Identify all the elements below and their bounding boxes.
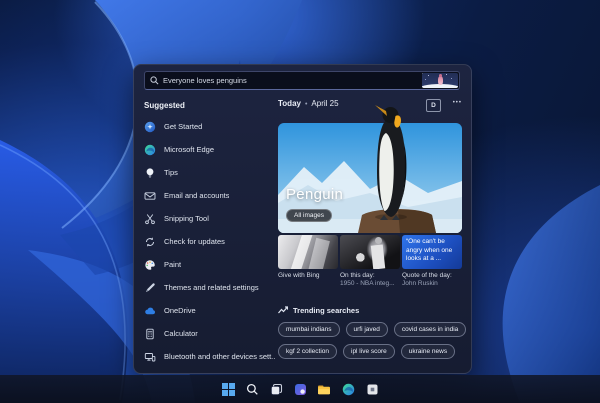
penguin-night-illustration: [422, 73, 458, 88]
taskbar: [0, 375, 600, 403]
card-caption: Give with Bing: [278, 272, 320, 279]
suggested-item-email-accounts[interactable]: Email and accounts: [144, 184, 276, 207]
give-with-bing-image: [278, 235, 338, 269]
windows-logo-icon: [221, 382, 235, 396]
suggested-item-bluetooth-devices[interactable]: Bluetooth and other devices sett...: [144, 345, 276, 368]
search-icon: [150, 76, 159, 85]
suggested-item-calculator[interactable]: Calculator: [144, 322, 276, 345]
search-input[interactable]: [159, 76, 422, 85]
date-label: April 25: [311, 99, 339, 108]
card-subcaption: John Ruskin: [402, 280, 438, 287]
more-options-button[interactable]: •••: [453, 100, 462, 106]
edge-icon: [144, 144, 156, 155]
daily-cards-row: Give with Bing On this day: 1950 - NBA i…: [278, 235, 462, 288]
daily-content-section: Today • April 25 D ••• Penguin All image…: [278, 99, 467, 367]
suggested-section: Suggested Get Started Microsoft Edge Tip…: [144, 101, 276, 368]
profile-button[interactable]: D: [426, 99, 441, 112]
on-this-day-image: [340, 235, 400, 269]
trending-section: Trending searches mumbai indians urfi ja…: [278, 305, 468, 359]
today-label: Today: [278, 99, 301, 108]
trending-chip[interactable]: mumbai indians: [278, 322, 340, 337]
card-give-with-bing[interactable]: Give with Bing: [278, 235, 338, 288]
suggested-item-snipping-tool[interactable]: Snipping Tool: [144, 207, 276, 230]
quote-text: “One can't be angry when one looks at a …: [406, 238, 453, 262]
card-caption: Quote of the day:: [402, 272, 452, 279]
suggested-item-label: Paint: [164, 260, 182, 269]
trending-chip[interactable]: ipl live score: [343, 344, 395, 359]
suggested-item-themes[interactable]: Themes and related settings: [144, 276, 276, 299]
penguin-image: [375, 105, 407, 220]
quote-card: “One can't be angry when one looks at a …: [402, 235, 462, 269]
app-icon: [367, 384, 377, 394]
start-button[interactable]: [219, 380, 237, 398]
trending-chip[interactable]: kgf 2 collection: [278, 344, 337, 359]
suggested-item-label: Themes and related settings: [164, 283, 259, 292]
calculator-icon: [146, 328, 154, 339]
suggested-item-label: Check for updates: [164, 237, 225, 246]
widgets-button[interactable]: [291, 380, 309, 398]
card-subcaption: 1950 - NBA integ...: [340, 280, 395, 287]
stars: [422, 73, 423, 74]
suggested-item-get-started[interactable]: Get Started: [144, 115, 276, 138]
hero-card-penguin[interactable]: Penguin All images: [278, 105, 462, 233]
folder-icon: [318, 385, 330, 394]
trending-chip[interactable]: urfi javed: [345, 322, 388, 337]
edge-icon: [342, 383, 354, 395]
lightbulb-icon: [146, 167, 154, 178]
file-explorer-button[interactable]: [315, 380, 333, 398]
mini-penguin: [438, 74, 443, 85]
envelope-icon: [144, 191, 156, 200]
suggested-item-label: Snipping Tool: [164, 214, 209, 223]
all-images-button[interactable]: All images: [286, 209, 332, 222]
trending-up-icon: [278, 306, 288, 314]
trending-chip[interactable]: ukraine news: [400, 344, 456, 359]
card-on-this-day[interactable]: On this day: 1950 - NBA integ...: [340, 235, 400, 288]
suggested-item-label: Calculator: [164, 329, 198, 338]
suggested-item-label: Bluetooth and other devices sett...: [164, 352, 276, 361]
hero-title: Penguin: [286, 186, 344, 203]
card-caption: On this day:: [340, 272, 375, 279]
suggested-item-check-updates[interactable]: Check for updates: [144, 230, 276, 253]
task-view-icon: [270, 383, 282, 395]
sync-arrows-icon: [146, 236, 154, 247]
suggested-item-label: Get Started: [164, 122, 203, 131]
suggested-item-label: Tips: [164, 168, 178, 177]
edge-button[interactable]: [339, 380, 357, 398]
suggested-item-paint[interactable]: Paint: [144, 253, 276, 276]
scissors-icon: [145, 213, 155, 224]
search-box[interactable]: [144, 71, 460, 90]
trending-header: Trending searches: [293, 305, 360, 315]
date-separator: •: [304, 101, 308, 108]
cloud-icon: [145, 307, 156, 314]
taskbar-search-button[interactable]: [243, 380, 261, 398]
card-quote-of-day[interactable]: “One can't be angry when one looks at a …: [402, 235, 462, 288]
suggested-header: Suggested: [144, 101, 185, 110]
suggested-item-onedrive[interactable]: OneDrive: [144, 299, 276, 322]
suggested-item-label: Microsoft Edge: [164, 145, 215, 154]
trending-chip[interactable]: covid cases in india: [393, 322, 467, 337]
search-icon: [246, 383, 258, 395]
suggested-item-microsoft-edge[interactable]: Microsoft Edge: [144, 138, 276, 161]
pen-icon: [146, 282, 155, 292]
palette-icon: [145, 259, 155, 270]
task-view-button[interactable]: [267, 380, 285, 398]
devices-icon: [144, 352, 156, 361]
suggested-item-tips[interactable]: Tips: [144, 161, 276, 184]
widgets-icon: [294, 383, 306, 395]
get-started-icon: [144, 121, 156, 132]
suggested-item-label: Email and accounts: [164, 191, 230, 200]
suggested-item-label: OneDrive: [164, 306, 196, 315]
search-flyout-panel: Suggested Get Started Microsoft Edge Tip…: [133, 64, 472, 374]
pinned-app-button[interactable]: [363, 380, 381, 398]
